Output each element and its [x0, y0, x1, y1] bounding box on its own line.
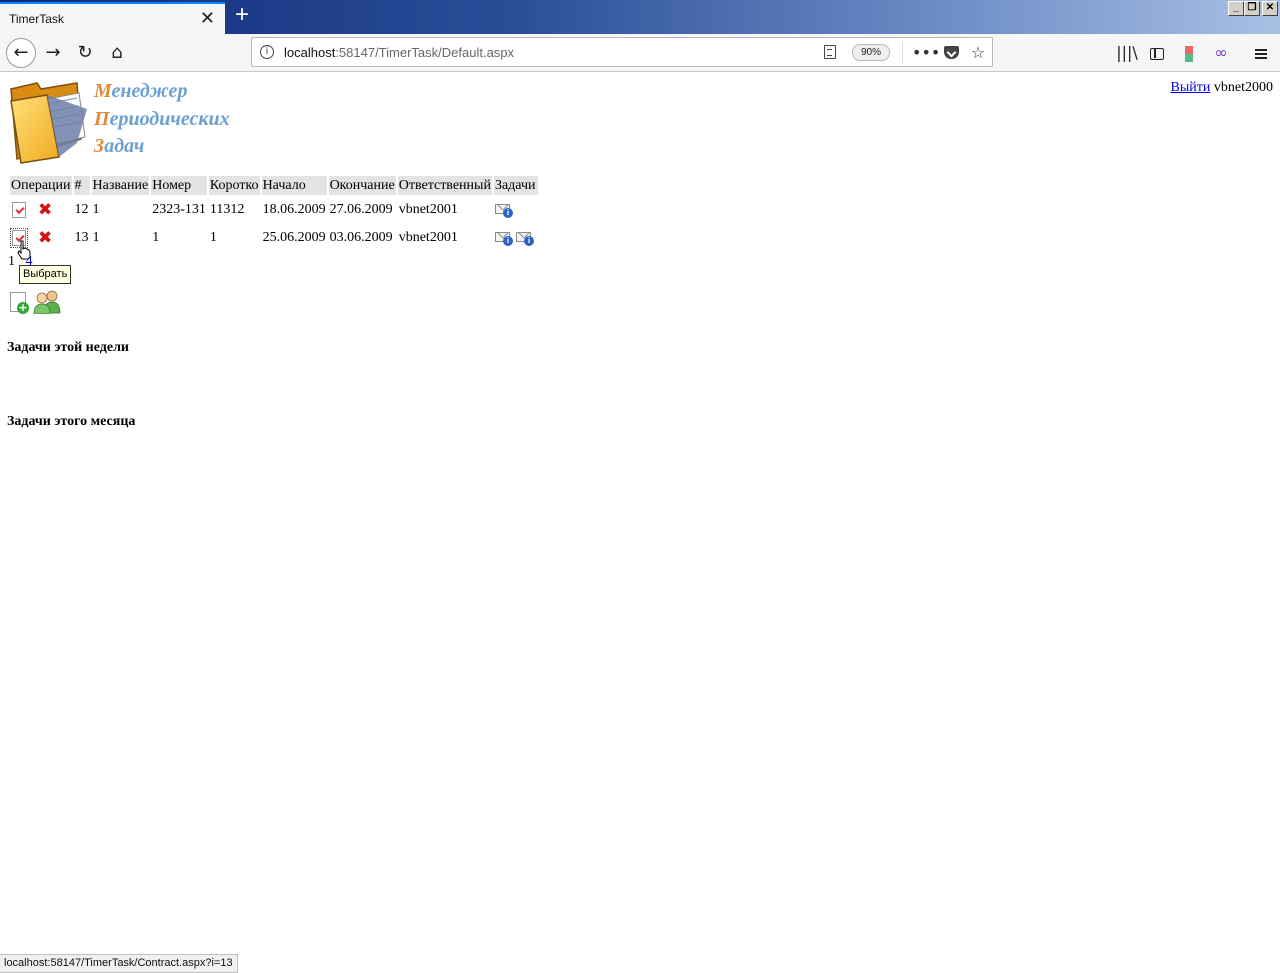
- column-header: Окончание: [328, 176, 396, 195]
- zoom-level[interactable]: 90%: [852, 44, 890, 61]
- title-bar: TimerTask ✕ + _ ❐ ✕: [0, 0, 1280, 34]
- logo-line: Менеджер: [94, 80, 188, 102]
- column-header: Задачи: [493, 176, 538, 195]
- cell-number: 1: [152, 230, 160, 245]
- column-header: #: [73, 176, 90, 195]
- delete-x-icon[interactable]: ✖: [38, 201, 52, 218]
- logo-line: Периодических: [94, 107, 230, 130]
- url-text[interactable]: localhost:58147/TimerTask/Default.aspx: [284, 45, 514, 60]
- cell-tasks: ii: [494, 225, 538, 251]
- bookmark-star-icon[interactable]: ☆: [968, 42, 988, 64]
- cell-short: 1: [209, 230, 217, 245]
- current-page: 1: [8, 254, 15, 269]
- minimize-button[interactable]: _: [1228, 1, 1244, 16]
- cell-short: 11312: [209, 202, 245, 217]
- cell-number: 2323-131: [152, 202, 206, 217]
- browser-tab[interactable]: TimerTask ✕: [0, 2, 225, 34]
- login-area: Выйти vbnet2000: [1171, 80, 1273, 96]
- delete-x-icon[interactable]: ✖: [38, 229, 52, 246]
- sidebar-icon[interactable]: [1144, 38, 1170, 68]
- logo-line: Задач: [94, 135, 145, 157]
- mail-info-icon[interactable]: i: [515, 230, 536, 246]
- logout-link[interactable]: Выйти: [1171, 80, 1211, 95]
- column-header: Ответственный: [397, 176, 492, 195]
- cell-start: 18.06.2009: [262, 202, 326, 217]
- app-title: Менеджер Периодических Задач: [94, 78, 230, 161]
- cell-end: 27.06.2009: [329, 202, 393, 217]
- home-button[interactable]: ⌂: [102, 38, 132, 68]
- month-tasks-title: Задачи этого месяца: [7, 414, 136, 429]
- cell-name: 1: [92, 202, 100, 217]
- column-header: Операции: [10, 176, 72, 195]
- table-row: ✖ 12 1 2323-131 11312 18.06.2009 27.06.2…: [10, 197, 538, 223]
- mail-info-icon[interactable]: i: [494, 202, 515, 218]
- restore-button[interactable]: ❐: [1244, 1, 1260, 16]
- tab-title: TimerTask: [9, 12, 64, 26]
- hand-cursor-icon: [17, 240, 31, 260]
- column-header: Начало: [261, 176, 327, 195]
- select-document-icon[interactable]: [12, 201, 26, 218]
- cell-id: 13: [74, 230, 89, 245]
- operations-cell: ✖: [10, 197, 72, 223]
- new-tab-button[interactable]: +: [231, 3, 253, 28]
- tab-close-icon[interactable]: ✕: [200, 9, 215, 27]
- close-window-button[interactable]: ✕: [1262, 1, 1278, 16]
- address-bar[interactable]: i localhost:58147/TimerTask/Default.aspx…: [251, 37, 993, 67]
- back-button[interactable]: ←: [6, 38, 36, 68]
- table-row: ✖ 13 1 1 1 25.06.2009 03.06.2009 vbnet20…: [10, 225, 538, 251]
- folder-logo-icon: [10, 82, 87, 164]
- site-info-icon[interactable]: i: [260, 45, 274, 59]
- column-header: Название: [91, 176, 150, 195]
- page-actions-icon[interactable]: •••: [912, 42, 940, 64]
- status-bar: localhost:58147/TimerTask/Contract.aspx?…: [0, 954, 238, 973]
- divider: [902, 42, 903, 64]
- week-tasks-title: Задачи этой недели: [7, 340, 129, 355]
- cell-start: 25.06.2009: [262, 230, 326, 245]
- mail-info-icon[interactable]: i: [494, 230, 515, 246]
- reader-view-icon[interactable]: [824, 45, 836, 59]
- cell-tasks: i: [494, 197, 538, 223]
- column-header: Номер: [151, 176, 207, 195]
- library-icon[interactable]: |||\: [1114, 38, 1140, 68]
- tooltip: Выбрать: [19, 265, 72, 284]
- column-header: Коротко: [208, 176, 260, 195]
- cell-owner: vbnet2001: [398, 230, 458, 245]
- username: vbnet2000: [1213, 80, 1273, 95]
- cell-name: 1: [92, 230, 100, 245]
- reload-button[interactable]: ↻: [70, 38, 100, 68]
- cell-id: 12: [74, 202, 89, 217]
- navigation-toolbar: ← → ↻ ⌂ i localhost:58147/TimerTask/Defa…: [0, 34, 1280, 72]
- add-document-icon[interactable]: [10, 292, 29, 314]
- extension-icon[interactable]: [1176, 38, 1202, 68]
- pocket-icon[interactable]: [944, 46, 959, 59]
- cell-owner: vbnet2001: [398, 202, 458, 217]
- users-icon[interactable]: [33, 290, 61, 314]
- cell-end: 03.06.2009: [329, 230, 393, 245]
- tasks-table: Операции # Название Номер Коротко Начало…: [8, 174, 540, 253]
- forward-button[interactable]: →: [38, 38, 68, 68]
- hamburger-menu-icon[interactable]: [1248, 38, 1274, 68]
- table-header-row: Операции # Название Номер Коротко Начало…: [10, 176, 538, 195]
- extension-link-icon[interactable]: ∞: [1208, 38, 1234, 68]
